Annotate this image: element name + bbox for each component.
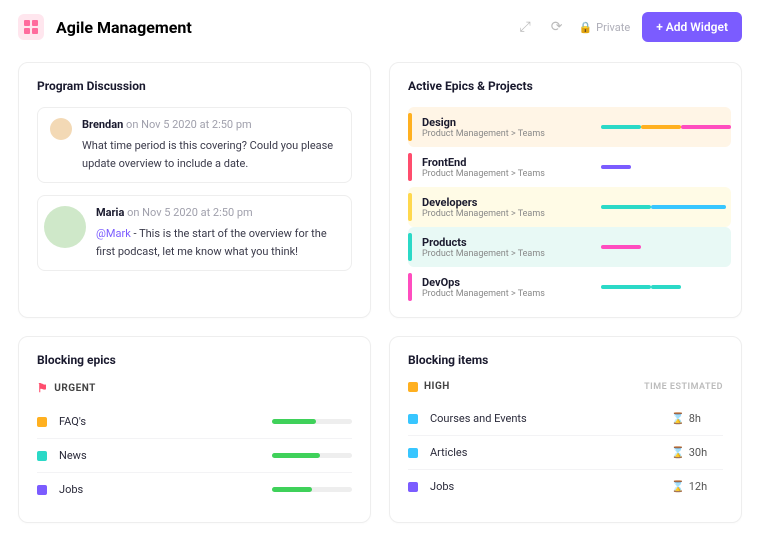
- expand-icon[interactable]: ⤢: [516, 15, 535, 39]
- comment-text: What time period is this covering? Could…: [82, 137, 339, 172]
- progress-bar: [272, 453, 352, 458]
- item-name: Courses and Events: [430, 412, 659, 425]
- privacy-label: Private: [596, 21, 630, 34]
- item-color-icon: [37, 451, 47, 461]
- epic-path: Product Management > Teams: [422, 289, 591, 299]
- time-value: 12h: [689, 480, 707, 493]
- epic-color-bar: [408, 113, 412, 141]
- comment[interactable]: Brendan on Nov 5 2020 at 2:50 pm What tim…: [37, 107, 352, 183]
- blocking-epic-row[interactable]: Jobs: [37, 472, 352, 506]
- time-estimated-header: TIME ESTIMATED: [644, 382, 723, 392]
- epic-row[interactable]: DevOpsProduct Management > Teams: [408, 267, 731, 307]
- epic-progress: [601, 165, 731, 169]
- epic-path: Product Management > Teams: [422, 129, 591, 139]
- progress-bar: [272, 487, 352, 492]
- app-logo: [18, 14, 44, 40]
- comment[interactable]: Maria on Nov 5 2020 at 2:50 pm @Mark - Th…: [37, 195, 352, 271]
- item-name: Articles: [430, 446, 659, 459]
- epic-path: Product Management > Teams: [422, 169, 591, 179]
- comment-meta: on Nov 5 2020 at 2:50 pm: [123, 118, 251, 131]
- item-name: News: [59, 449, 260, 462]
- item-color-icon: [408, 482, 418, 492]
- epic-path: Product Management > Teams: [422, 209, 591, 219]
- privacy-indicator: 🔒 Private: [578, 21, 630, 34]
- header: Agile Management ⤢ ⟳ 🔒 Private + Add Wid…: [18, 12, 742, 42]
- item-name: Jobs: [59, 483, 260, 496]
- comment-text: @Mark - This is the start of the overvie…: [96, 225, 339, 260]
- epic-name: FrontEnd: [422, 156, 591, 169]
- avatar: [44, 206, 86, 248]
- blocking-item-row[interactable]: Jobs ⌛ 12h: [408, 469, 723, 503]
- hourglass-icon: ⌛: [671, 446, 685, 459]
- hourglass-icon: ⌛: [671, 480, 685, 493]
- time-estimate: ⌛ 30h: [671, 446, 723, 459]
- time-value: 8h: [689, 412, 701, 425]
- card-title: Program Discussion: [37, 79, 352, 93]
- epic-row[interactable]: FrontEndProduct Management > Teams: [408, 147, 731, 187]
- item-color-icon: [37, 417, 47, 427]
- blocking-item-row[interactable]: Courses and Events ⌛ 8h: [408, 402, 723, 435]
- epic-row[interactable]: ProductsProduct Management > Teams: [408, 227, 731, 267]
- epic-progress: [601, 285, 731, 289]
- priority-label: HIGH: [424, 381, 450, 392]
- mention[interactable]: @Mark: [96, 227, 131, 240]
- epic-color-bar: [408, 233, 412, 261]
- time-estimate: ⌛ 12h: [671, 480, 723, 493]
- comment-author: Maria: [96, 206, 124, 219]
- epic-progress: [601, 205, 731, 209]
- epic-name: DevOps: [422, 276, 591, 289]
- priority-dot-icon: [408, 382, 418, 392]
- lock-icon: 🔒: [578, 21, 592, 34]
- flag-icon: ⚑: [37, 381, 48, 395]
- program-discussion-card: Program Discussion Brendan on Nov 5 2020…: [18, 62, 371, 318]
- blocking-epic-row[interactable]: FAQ's: [37, 405, 352, 438]
- item-color-icon: [408, 414, 418, 424]
- epic-color-bar: [408, 153, 412, 181]
- epic-progress: [601, 125, 731, 129]
- epic-name: Developers: [422, 196, 591, 209]
- epic-row[interactable]: DevelopersProduct Management > Teams: [408, 187, 731, 227]
- item-color-icon: [408, 448, 418, 458]
- blocking-epic-row[interactable]: News: [37, 438, 352, 472]
- epic-name: Design: [422, 116, 591, 129]
- comment-meta: on Nov 5 2020 at 2:50 pm: [124, 206, 252, 219]
- active-epics-card: Active Epics & Projects DesignProduct Ma…: [389, 62, 742, 318]
- comment-author: Brendan: [82, 118, 123, 131]
- epic-progress: [601, 245, 731, 249]
- epic-row[interactable]: DesignProduct Management > Teams: [408, 107, 731, 147]
- epic-color-bar: [408, 193, 412, 221]
- progress-bar: [272, 419, 352, 424]
- epic-name: Products: [422, 236, 591, 249]
- priority-label: URGENT: [54, 383, 96, 394]
- page-title: Agile Management: [56, 18, 192, 37]
- high-label: HIGH TIME ESTIMATED: [408, 381, 723, 392]
- card-title: Blocking epics: [37, 353, 352, 367]
- item-color-icon: [37, 485, 47, 495]
- card-title: Blocking items: [408, 353, 723, 367]
- epic-color-bar: [408, 273, 412, 301]
- item-name: FAQ's: [59, 415, 260, 428]
- blocking-epics-card: Blocking epics ⚑ URGENT FAQ's News Jobs: [18, 336, 371, 523]
- urgent-label: ⚑ URGENT: [37, 381, 352, 395]
- card-title: Active Epics & Projects: [408, 79, 731, 93]
- blocking-item-row[interactable]: Articles ⌛ 30h: [408, 435, 723, 469]
- time-estimate: ⌛ 8h: [671, 412, 723, 425]
- add-widget-button[interactable]: + Add Widget: [642, 12, 742, 42]
- time-value: 30h: [689, 446, 707, 459]
- avatar: [50, 118, 72, 140]
- refresh-icon[interactable]: ⟳: [547, 15, 567, 39]
- hourglass-icon: ⌛: [671, 412, 685, 425]
- item-name: Jobs: [430, 480, 659, 493]
- epic-path: Product Management > Teams: [422, 249, 591, 259]
- blocking-items-card: Blocking items HIGH TIME ESTIMATED Cours…: [389, 336, 742, 523]
